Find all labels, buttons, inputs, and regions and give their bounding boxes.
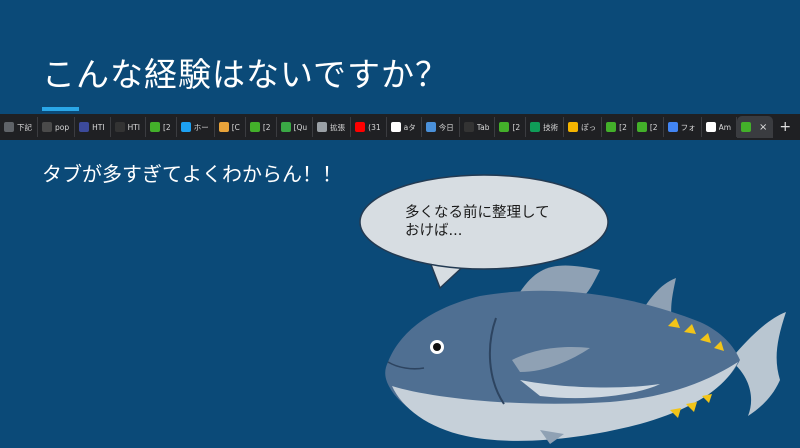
tuna-illustration [359, 174, 786, 444]
slide: こんな経験はないですか？ 下記 pop HTI HTI [2 ホー [C [2 [Qu 拡張 (31… [0, 0, 800, 448]
speech-bubble-text: 多くなる前に整理して おけば... [405, 205, 550, 239]
tuna-fish [385, 265, 786, 444]
